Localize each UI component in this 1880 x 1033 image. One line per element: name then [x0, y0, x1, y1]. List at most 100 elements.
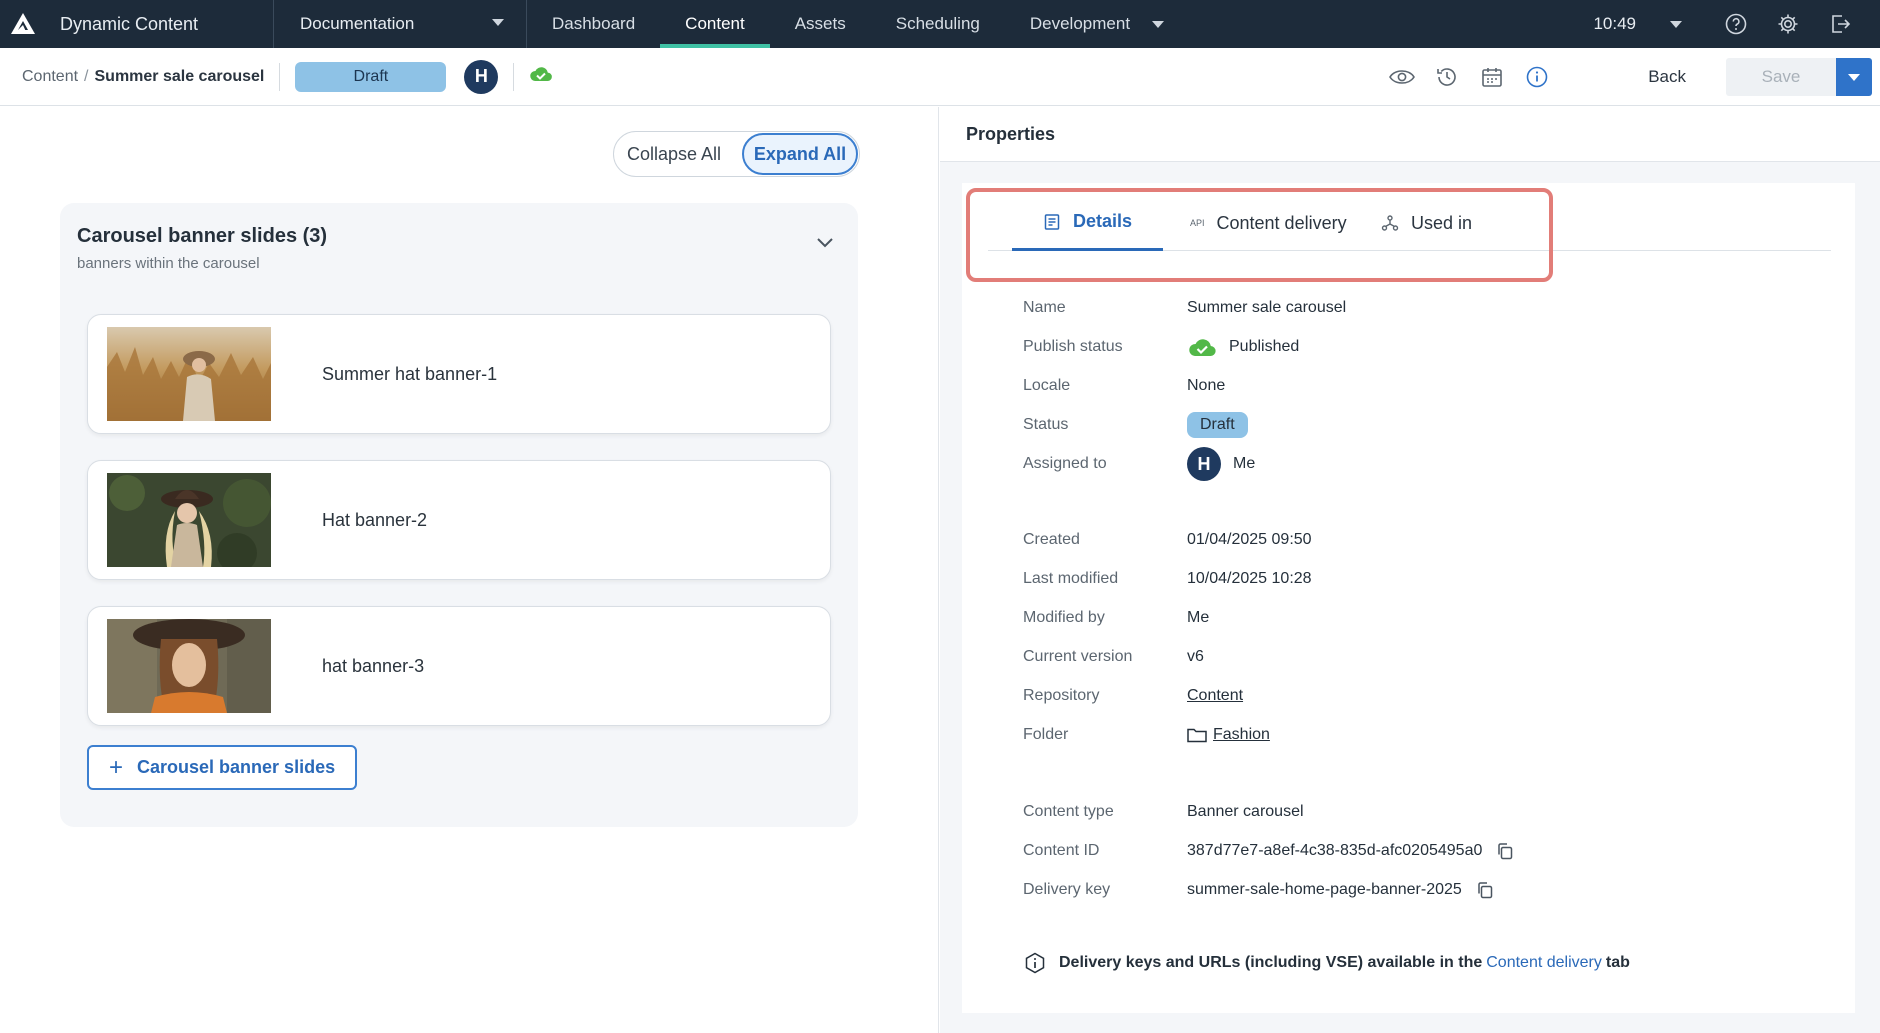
hub-selector-label: Documentation: [300, 14, 415, 33]
tab-used-in[interactable]: Used in: [1381, 195, 1472, 251]
add-carousel-slide-button[interactable]: + Carousel banner slides: [87, 745, 357, 790]
logout-icon[interactable]: [1828, 12, 1852, 36]
tab-development[interactable]: Development: [1005, 0, 1189, 48]
expand-all-button[interactable]: Expand All: [742, 133, 858, 175]
field-name-label: Name: [1023, 299, 1066, 316]
field-delivery-key-value: summer-sale-home-page-banner-2025: [1187, 881, 1494, 899]
brand[interactable]: Dynamic Content: [0, 0, 274, 48]
gear-icon[interactable]: [1776, 12, 1800, 36]
tab-details[interactable]: Details: [1012, 195, 1163, 251]
tab-assets-label: Assets: [794, 14, 846, 33]
collapse-all-button[interactable]: Collapse All: [614, 144, 734, 165]
field-folder-label: Folder: [1023, 726, 1069, 743]
field-assigned-to: Assigned to H Me: [1023, 447, 1256, 481]
tab-assets[interactable]: Assets: [770, 0, 871, 48]
field-repository-label: Repository: [1023, 687, 1100, 704]
field-last-modified-label: Last modified: [1023, 570, 1119, 587]
chevron-down-icon[interactable]: [1670, 20, 1682, 28]
save-button[interactable]: Save: [1726, 58, 1836, 96]
history-icon[interactable]: [1433, 63, 1461, 91]
info-icon: [1023, 951, 1047, 975]
breadcrumb-root[interactable]: Content: [22, 68, 78, 86]
field-name-value: Summer sale carousel: [1187, 299, 1347, 316]
delivery-key-text: summer-sale-home-page-banner-2025: [1187, 881, 1462, 898]
details-icon: [1043, 213, 1061, 231]
api-icon: API: [1190, 218, 1205, 228]
preview-eye-icon[interactable]: [1388, 63, 1416, 91]
field-created-label: Created: [1023, 531, 1080, 548]
field-last-modified: Last modified 10/04/2025 10:28: [1023, 566, 1312, 592]
field-publish-status: Publish status Published: [1023, 334, 1299, 360]
repository-link[interactable]: Content: [1187, 687, 1243, 705]
hierarchy-icon: [1381, 214, 1399, 232]
tab-scheduling[interactable]: Scheduling: [871, 0, 1005, 48]
tab-dashboard[interactable]: Dashboard: [527, 0, 660, 48]
field-current-version-value: v6: [1187, 648, 1204, 665]
back-button[interactable]: Back: [1648, 67, 1686, 87]
folder-link[interactable]: Fashion: [1213, 726, 1270, 744]
slide-thumbnail-image: [107, 473, 271, 567]
breadcrumb-separator: /: [84, 67, 89, 85]
assignee-name: Me: [1233, 455, 1256, 472]
divider: [279, 62, 281, 91]
field-assigned-to-label: Assigned to: [1023, 455, 1107, 472]
field-content-id-value: 387d77e7-a8ef-4c38-835d-afc0205495a0: [1187, 842, 1514, 860]
expand-collapse-toggle: Collapse All Expand All: [613, 131, 860, 177]
hub-selector[interactable]: Documentation: [274, 0, 527, 48]
field-created: Created 01/04/2025 09:50: [1023, 527, 1312, 553]
chevron-down-icon: [1152, 20, 1165, 28]
assignee-avatar[interactable]: H: [464, 59, 499, 94]
field-content-type: Content type Banner carousel: [1023, 799, 1304, 825]
workflow-status-button[interactable]: Draft: [295, 61, 447, 92]
section-title: Carousel banner slides (3): [77, 225, 328, 247]
slide-card[interactable]: hat banner-3: [87, 606, 831, 726]
section-subtitle: banners within the carousel: [77, 255, 260, 272]
tab-details-label: Details: [1072, 211, 1133, 231]
add-button-label: Carousel banner slides: [137, 757, 336, 777]
carousel-slides-section: Carousel banner slides (3) banners withi…: [60, 203, 858, 827]
field-publish-status-value: Published: [1187, 336, 1299, 358]
copy-icon[interactable]: [1476, 881, 1494, 899]
chevron-down-icon: [492, 19, 504, 26]
chevron-down-icon[interactable]: [814, 231, 836, 253]
top-navigation: Dynamic Content Documentation Dashboard …: [0, 0, 1880, 48]
tab-content[interactable]: Content: [660, 0, 770, 48]
slide-card[interactable]: Hat banner-2: [87, 460, 831, 580]
field-status-label: Status: [1023, 416, 1069, 433]
info-icon[interactable]: [1523, 63, 1551, 91]
slide-thumbnail-image: [107, 619, 271, 713]
field-locale-value: None: [1187, 377, 1226, 394]
status-badge[interactable]: Draft: [1187, 412, 1248, 438]
tab-development-label: Development: [1029, 14, 1131, 33]
app-logo-icon: [10, 11, 36, 37]
publish-status-text: Published: [1229, 338, 1300, 355]
slide-thumbnail-image: [107, 327, 271, 421]
field-current-version: Current version v6: [1023, 644, 1204, 670]
breadcrumb: Content / Summer sale carousel: [0, 68, 264, 86]
properties-pane: Properties Details API Content delivery …: [940, 107, 1880, 1033]
field-content-id: Content ID 387d77e7-a8ef-4c38-835d-afc02…: [1023, 838, 1514, 864]
slide-card[interactable]: Summer hat banner-1: [87, 314, 831, 434]
field-modified-by-value: Me: [1187, 609, 1210, 626]
content-id-text: 387d77e7-a8ef-4c38-835d-afc0205495a0: [1187, 842, 1483, 859]
avatar[interactable]: H: [1187, 447, 1221, 481]
delivery-info-note: Delivery keys and URLs (including VSE) a…: [1023, 951, 1630, 975]
field-current-version-label: Current version: [1023, 648, 1133, 665]
copy-icon[interactable]: [1496, 842, 1514, 860]
field-repository: Repository Content: [1023, 683, 1243, 709]
tab-scheduling-label: Scheduling: [895, 14, 980, 33]
field-created-value: 01/04/2025 09:50: [1187, 531, 1312, 548]
save-options-button[interactable]: [1836, 58, 1872, 96]
field-content-type-label: Content type: [1023, 803, 1114, 820]
breadcrumb-current: Summer sale carousel: [94, 67, 265, 85]
clock[interactable]: 10:49: [1593, 14, 1636, 34]
content-delivery-link[interactable]: Content delivery: [1486, 954, 1602, 972]
properties-tabs: Details API Content delivery Used in: [988, 195, 1831, 251]
field-delivery-key: Delivery key summer-sale-home-page-banne…: [1023, 877, 1494, 903]
field-last-modified-value: 10/04/2025 10:28: [1187, 570, 1312, 587]
calendar-icon[interactable]: [1478, 63, 1506, 91]
published-cloud-icon[interactable]: [529, 65, 553, 88]
divider: [513, 62, 515, 91]
help-icon[interactable]: [1724, 12, 1748, 36]
tab-content-delivery[interactable]: API Content delivery: [1190, 195, 1347, 251]
